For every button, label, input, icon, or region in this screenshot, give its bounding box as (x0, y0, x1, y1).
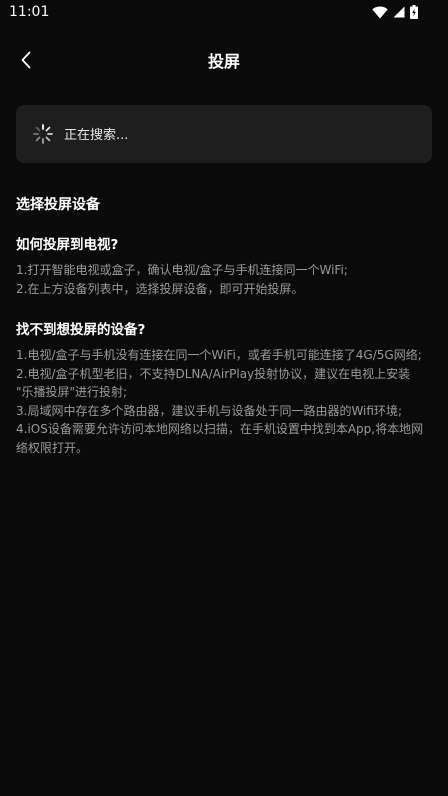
not-found-line: 络权限打开。 (16, 440, 89, 455)
search-status-card: 正在搜索... (16, 105, 432, 163)
search-status-text: 正在搜索... (64, 128, 129, 143)
battery-charging-icon (410, 5, 418, 19)
device-section-title: 选择投屏设备 (16, 197, 100, 213)
not-found-line: "乐播投屏"进行投射; (16, 385, 128, 399)
cellular-signal-icon (393, 6, 405, 18)
status-time: 11:01 (9, 4, 50, 20)
loading-spinner-icon (33, 124, 53, 144)
how-to-line: 2.在上方设备列表中，选择投屏设备，即可开始投屏。 (16, 281, 304, 296)
how-to-line: 1.打开智能电视或盒子，确认电视/盒子与手机连接同一个WiFi; (16, 263, 348, 277)
header: 投屏 (0, 38, 448, 82)
how-to-instructions: 1.打开智能电视或盒子，确认电视/盒子与手机连接同一个WiFi; 2.在上方设备… (16, 261, 448, 298)
not-found-instructions: 1.电视/盒子与手机没有连接在同一个WiFi，或者手机可能连接了4G/5G网络;… (16, 346, 448, 457)
not-found-line: 4.iOS设备需要允许访问本地网络以扫描，在手机设置中找到本App,将本地网 (16, 422, 424, 436)
not-found-line: 2.电视/盒子机型老旧，不支持DLNA/AirPlay投射协议，建议在电视上安装 (16, 366, 411, 381)
how-to-title: 如何投屏到电视? (16, 237, 119, 253)
not-found-title: 找不到想投屏的设备? (16, 322, 146, 338)
page-title: 投屏 (207, 52, 240, 71)
not-found-line: 3.局域网中存在多个路由器，建议手机与设备处于同一路由器的Wifi环境; (16, 403, 402, 418)
status-bar: 11:01 (0, 0, 448, 26)
status-icons (372, 5, 418, 19)
wifi-icon (372, 6, 388, 18)
not-found-line: 1.电视/盒子与手机没有连接在同一个WiFi，或者手机可能连接了4G/5G网络; (16, 348, 422, 362)
